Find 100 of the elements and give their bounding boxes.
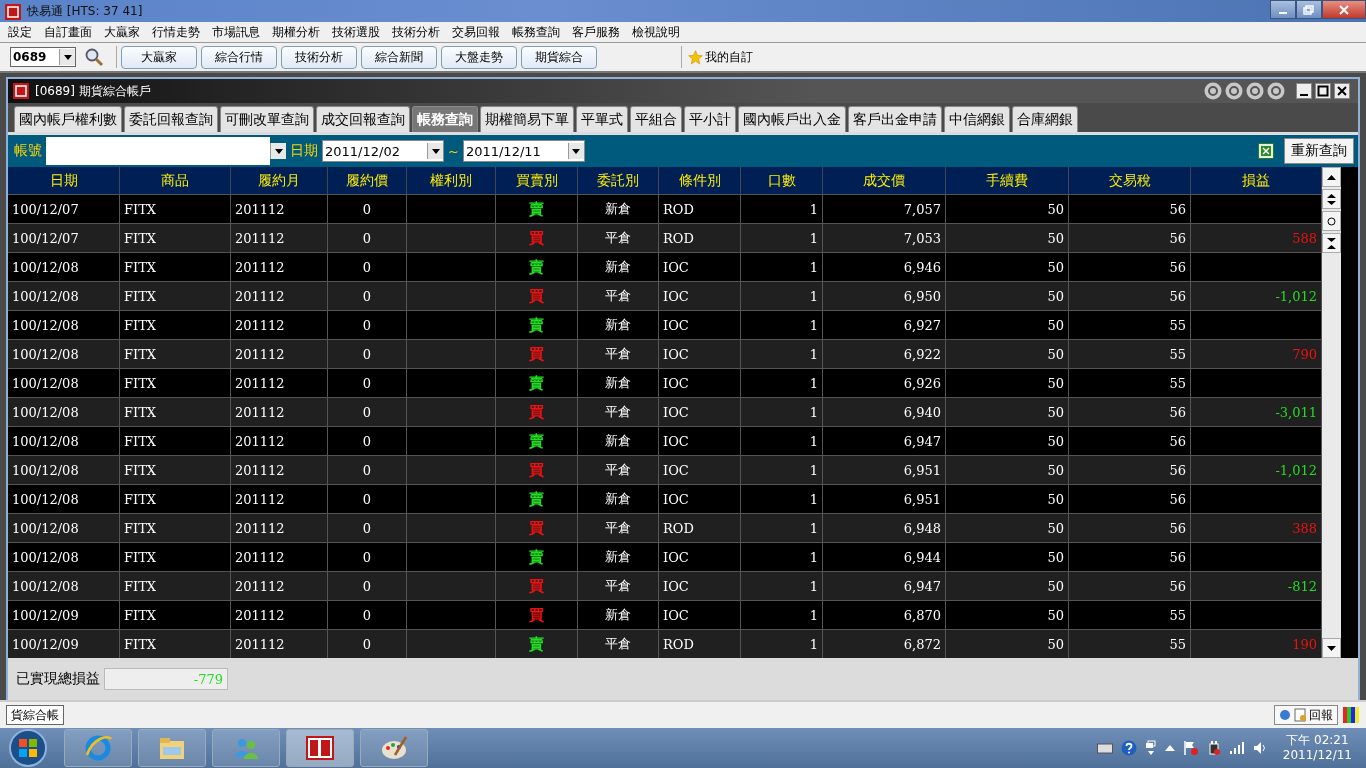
- center-button[interactable]: [1322, 211, 1341, 231]
- close-icon: [1336, 85, 1348, 97]
- search-icon[interactable]: [84, 47, 104, 67]
- menu-item[interactable]: 交易回報: [446, 23, 506, 41]
- dropdown-button[interactable]: [59, 49, 75, 65]
- page-up-button[interactable]: [1322, 189, 1341, 209]
- table-cell: 1: [809, 636, 818, 652]
- tab[interactable]: 期權簡易下單: [480, 106, 574, 132]
- table-cell: 56: [1169, 433, 1186, 449]
- minimize-button[interactable]: [1270, 0, 1296, 19]
- table-cell: FITX: [124, 259, 157, 275]
- tab[interactable]: 中信網銀: [944, 106, 1010, 132]
- window-switch-icon[interactable]: [1144, 740, 1157, 756]
- tab[interactable]: 國內帳戶權利數: [14, 106, 122, 132]
- menu-item[interactable]: 設定: [2, 23, 38, 41]
- table-cell: 1: [809, 520, 818, 536]
- up-arrow-icon: [1327, 174, 1336, 180]
- tab[interactable]: 帳務查詢: [412, 106, 478, 132]
- restore-button[interactable]: [1296, 0, 1322, 19]
- color-bars-icon[interactable]: [1342, 706, 1360, 724]
- tab[interactable]: 委託回報查詢: [124, 106, 218, 132]
- toolbar-button[interactable]: 技術分析: [281, 45, 357, 69]
- scroll-up-button[interactable]: [1322, 167, 1341, 187]
- tab[interactable]: 合庫網銀: [1012, 106, 1078, 132]
- tab[interactable]: 平組合: [630, 106, 682, 132]
- tab[interactable]: 客戶出金申請: [848, 106, 942, 132]
- menu-item[interactable]: 客戶服務: [566, 23, 626, 41]
- show-hidden-icons[interactable]: [1164, 745, 1175, 751]
- minimize-button[interactable]: [1296, 83, 1312, 99]
- action-center-flag-icon[interactable]: [1182, 740, 1199, 756]
- toolbar-circle-icon[interactable]: [1204, 82, 1222, 100]
- speaker-icon[interactable]: [1252, 741, 1267, 755]
- table-cell: 201112: [235, 230, 285, 246]
- close-button[interactable]: [1322, 0, 1366, 19]
- requery-button[interactable]: 重新查詢: [1284, 138, 1354, 164]
- menu-item[interactable]: 帳務查詢: [506, 23, 566, 41]
- keyboard-icon[interactable]: [1096, 742, 1113, 754]
- table-cell: IOC: [663, 462, 689, 478]
- taskbar-folder-icon[interactable]: [138, 729, 206, 767]
- dropdown-button[interactable]: [270, 143, 286, 159]
- table-cell: 買: [529, 605, 544, 625]
- menu-item[interactable]: 期權分析: [266, 23, 326, 41]
- table-cell: 100/12/08: [12, 375, 79, 391]
- table-cell: IOC: [663, 578, 689, 594]
- page-down-button[interactable]: [1322, 233, 1341, 253]
- toolbar-button[interactable]: 綜合行情: [201, 45, 277, 69]
- toolbar-button[interactable]: 期貨綜合: [521, 45, 597, 69]
- table-cell: IOC: [663, 317, 689, 333]
- menu-item[interactable]: 行情走勢: [146, 23, 206, 41]
- table-cell: FITX: [124, 230, 157, 246]
- table-cell: 賣: [529, 199, 544, 219]
- menu-item[interactable]: 自訂畫面: [38, 23, 98, 41]
- tab[interactable]: 成交回報查詢: [316, 106, 410, 132]
- help-icon[interactable]: [1120, 740, 1137, 756]
- dropdown-button[interactable]: [427, 143, 443, 159]
- menu-item[interactable]: 技術分析: [386, 23, 446, 41]
- table-cell: 50: [1047, 607, 1064, 623]
- tab[interactable]: 可刪改單查詢: [220, 106, 314, 132]
- table-cell: 100/12/08: [12, 462, 79, 478]
- export-excel-icon[interactable]: [1258, 143, 1274, 159]
- menu-item[interactable]: 大贏家: [98, 23, 146, 41]
- toolbar-circle-icon[interactable]: [1225, 82, 1243, 100]
- tab[interactable]: 國內帳戶出入金: [738, 106, 846, 132]
- start-button[interactable]: [8, 728, 48, 768]
- taskbar-app-icon[interactable]: [286, 729, 354, 767]
- maximize-button[interactable]: [1315, 83, 1331, 99]
- table-cell: 50: [1047, 259, 1064, 275]
- menu-item[interactable]: 技術選股: [326, 23, 386, 41]
- table-cell: 1: [809, 346, 818, 362]
- table-cell: 100/12/08: [12, 346, 79, 362]
- window-tab[interactable]: 貨綜合帳: [6, 705, 64, 725]
- report-button[interactable]: 回報: [1274, 705, 1338, 725]
- toolbar-circle-icon[interactable]: [1246, 82, 1264, 100]
- table-cell: 55: [1169, 636, 1186, 652]
- table-cell: 賣: [529, 489, 544, 509]
- taskbar-paint-icon[interactable]: [360, 729, 428, 767]
- table-cell: 100/12/07: [12, 230, 79, 246]
- signal-icon[interactable]: [1228, 742, 1245, 754]
- table-cell: 6,947: [903, 578, 941, 594]
- account-field[interactable]: [46, 137, 270, 165]
- close-button[interactable]: [1334, 83, 1350, 99]
- tab[interactable]: 平小計: [684, 106, 736, 132]
- menu-item[interactable]: 檢視說明: [626, 23, 686, 41]
- toolbar-button[interactable]: 綜合新聞: [361, 45, 437, 69]
- menu-item[interactable]: 市場訊息: [206, 23, 266, 41]
- power-icon[interactable]: [1206, 740, 1221, 756]
- tab[interactable]: 平單式: [576, 106, 628, 132]
- table-cell: -3,011: [1275, 404, 1317, 420]
- table-cell: 50: [1047, 520, 1064, 536]
- dropdown-button[interactable]: [567, 143, 584, 159]
- toolbar-circle-icon[interactable]: [1267, 82, 1285, 100]
- toolbar-button[interactable]: 大盤走勢: [441, 45, 517, 69]
- caret-icon: [63, 54, 72, 60]
- clock[interactable]: 下午 02:21 2011/12/11: [1282, 733, 1352, 763]
- toolbar-button[interactable]: 大贏家: [121, 45, 197, 69]
- favorites-button[interactable]: 我的自訂: [686, 48, 755, 66]
- table-cell: 100/12/08: [12, 317, 79, 333]
- table-cell: 100/12/09: [12, 636, 79, 652]
- table-cell: 100/12/08: [12, 520, 79, 536]
- scroll-down-button[interactable]: [1322, 638, 1341, 658]
